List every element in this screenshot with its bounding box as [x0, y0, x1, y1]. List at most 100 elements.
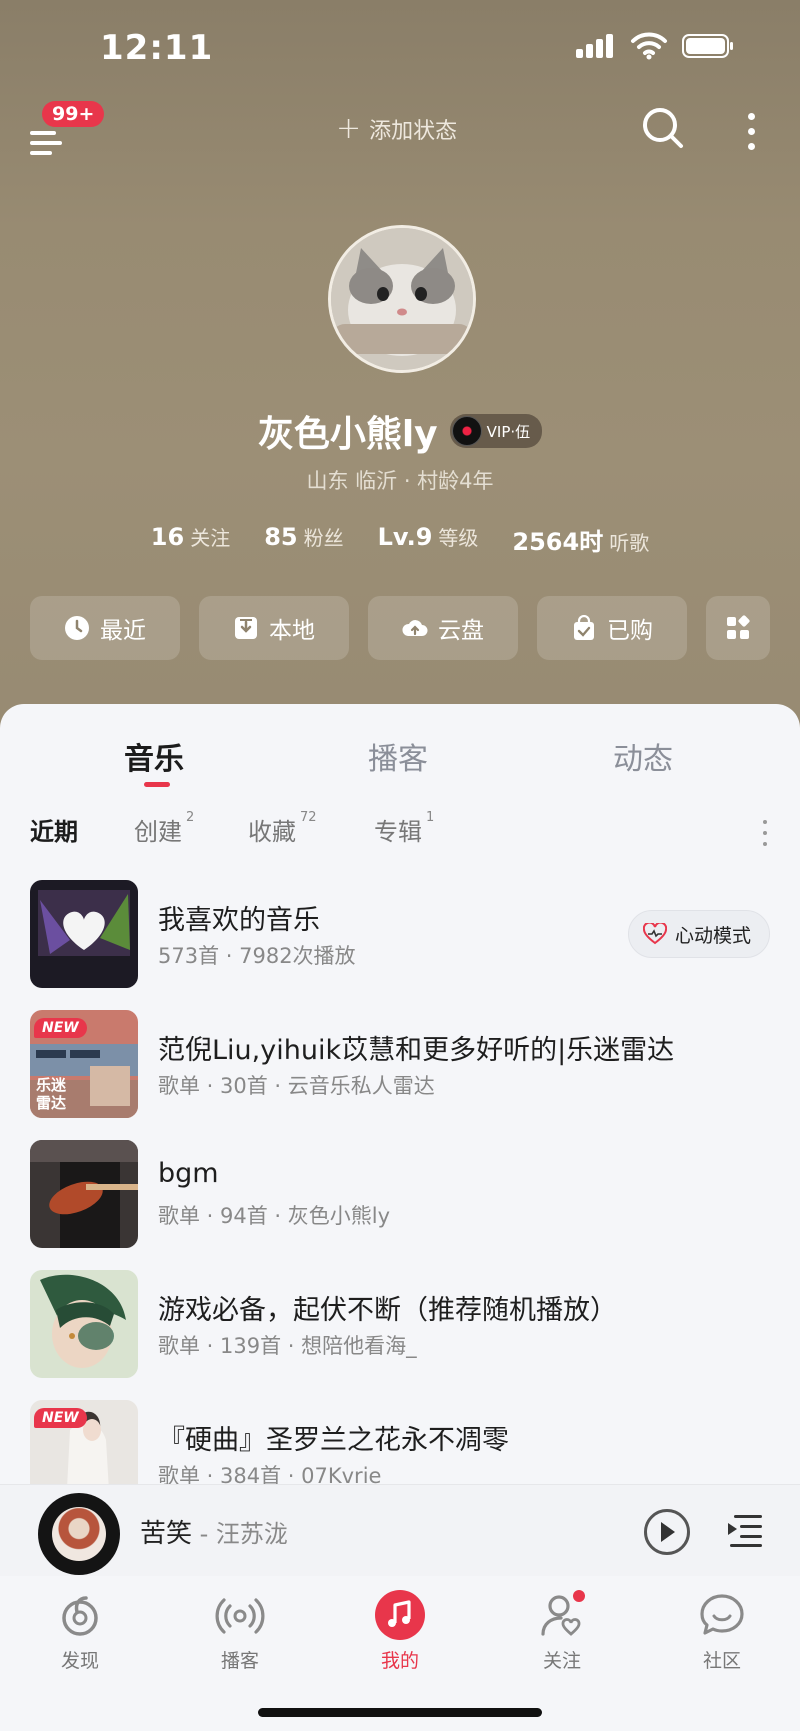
stat-level[interactable]: Lv.9 等级 — [378, 522, 479, 557]
discover-icon — [55, 1590, 105, 1640]
subtab-recent[interactable]: 近期 — [30, 812, 78, 847]
playlist-title: 『硬曲』圣罗兰之花永不凋零 — [158, 1425, 509, 1456]
location-and-age: 山东 临沂 · 村龄4年 — [306, 469, 494, 493]
stat-following[interactable]: 16 关注 — [151, 522, 230, 557]
community-icon — [697, 1590, 747, 1640]
playlist-cover — [30, 1140, 138, 1248]
recent-button[interactable]: 最近 — [30, 596, 180, 660]
shopping-bag-icon — [574, 615, 594, 640]
nav-follow[interactable]: 关注 — [512, 1590, 612, 1673]
more-options-icon[interactable] — [760, 818, 770, 848]
username-row: 灰色小熊ly VIP·伍 — [0, 405, 800, 457]
battery-icon — [682, 34, 733, 58]
playlist-title: 游戏必备，起伏不断（推荐随机播放） — [158, 1295, 617, 1326]
local-button[interactable]: 本地 — [199, 596, 349, 660]
playlist-filter-tabs: 近期 创建 2 收藏 72 专辑 1 — [30, 810, 770, 852]
nav-label: 发现 — [60, 1650, 99, 1672]
now-playing-text: 苦笑 - 汪苏泷 — [140, 1513, 288, 1550]
subtab-created[interactable]: 创建 2 — [134, 810, 194, 847]
subtab-collected[interactable]: 收藏 72 — [248, 810, 317, 847]
stat-value: 2564时 — [512, 528, 604, 556]
new-tag: NEW — [34, 1018, 87, 1038]
nav-mine[interactable]: 我的 — [350, 1590, 450, 1673]
nav-podcast[interactable]: 播客 — [190, 1590, 290, 1673]
playlist-item-liked[interactable]: 我喜欢的音乐 573首 · 7982次播放 心动模式 — [30, 880, 770, 990]
nav-label: 社区 — [702, 1650, 741, 1672]
stat-value: 85 — [264, 523, 298, 551]
subtab-albums[interactable]: 专辑 1 — [374, 810, 434, 847]
playlist-queue-icon[interactable] — [728, 1511, 764, 1547]
nav-label: 关注 — [542, 1650, 581, 1672]
wifi-icon — [631, 32, 667, 60]
cellular-signal-icon — [576, 34, 616, 58]
avatar[interactable] — [328, 225, 476, 373]
recent-label: 最近 — [100, 618, 146, 644]
stat-value: 16 — [150, 523, 185, 551]
heart-mode-label: 心动模式 — [674, 924, 751, 947]
vip-level-label: VIP·伍 — [486, 422, 531, 441]
top-navigation: 99+ + 添加状态 — [0, 95, 800, 165]
status-bar: 12:11 — [0, 0, 800, 95]
stat-label: 等级 — [438, 526, 479, 550]
cloud-upload-icon — [402, 620, 428, 636]
subtab-label: 近期 — [30, 818, 78, 846]
content-tabs: 音乐 播客 动态 — [0, 704, 800, 794]
nav-community[interactable]: 社区 — [672, 1590, 772, 1673]
playlist-item-radar[interactable]: NEW 乐迷 雷达 范倪Liu,yihuik苡慧和更多好听的|乐迷雷达 歌单 ·… — [30, 1010, 770, 1120]
plus-icon: + — [336, 111, 362, 146]
home-indicator — [258, 1708, 542, 1717]
active-tab-indicator — [144, 782, 170, 787]
cloud-disk-button[interactable]: 云盘 — [368, 596, 518, 660]
play-button[interactable] — [644, 1509, 690, 1555]
playlist-cover — [30, 1270, 138, 1378]
stat-followers[interactable]: 85 粉丝 — [264, 522, 343, 557]
cloud-disk-label: 云盘 — [438, 618, 484, 644]
playlist-subtitle: 歌单 · 139首 · 想陪他看海_ — [158, 1334, 417, 1358]
new-tag: NEW — [34, 1408, 87, 1428]
tab-podcast[interactable]: 播客 — [368, 734, 428, 778]
stat-label: 关注 — [190, 526, 231, 550]
cover-caption: 乐迷 雷达 — [36, 1076, 67, 1112]
username: 灰色小熊ly — [257, 414, 438, 455]
subtab-count: 72 — [300, 810, 317, 825]
grid-icon — [727, 615, 750, 639]
download-icon — [235, 617, 257, 639]
search-icon[interactable] — [640, 105, 686, 151]
more-apps-button[interactable] — [706, 596, 770, 660]
playlist-item-bgm[interactable]: bgm 歌单 · 94首 · 灰色小熊ly — [30, 1140, 770, 1250]
playlist-cover: NEW 乐迷 雷达 — [30, 1010, 138, 1118]
playlist-cover — [30, 880, 138, 988]
nav-label: 播客 — [220, 1650, 259, 1672]
subtab-label: 收藏 — [248, 818, 296, 846]
playlist-subtitle: 573首 · 7982次播放 — [158, 944, 356, 968]
stat-label: 粉丝 — [303, 526, 344, 550]
playlist-subtitle: 歌单 · 30首 · 云音乐私人雷达 — [158, 1074, 435, 1098]
heart-mode-button[interactable]: 心动模式 — [627, 910, 770, 958]
add-status-label: 添加状态 — [369, 119, 458, 144]
playlist-title: 我喜欢的音乐 — [158, 905, 320, 936]
status-time: 12:11 — [100, 28, 214, 68]
subtab-label: 专辑 — [374, 818, 422, 846]
vip-badge[interactable]: VIP·伍 — [449, 414, 543, 448]
vinyl-disc-icon — [451, 416, 482, 446]
mini-player[interactable]: 苦笑 - 汪苏泷 — [0, 1484, 800, 1577]
stat-value: Lv.9 — [377, 523, 433, 551]
follow-icon — [537, 1590, 587, 1640]
now-playing-cover[interactable] — [38, 1493, 120, 1575]
nav-label: 我的 — [380, 1650, 419, 1672]
purchased-button[interactable]: 已购 — [537, 596, 687, 660]
playlist-title: 范倪Liu,yihuik苡慧和更多好听的|乐迷雷达 — [158, 1035, 675, 1066]
tab-music[interactable]: 音乐 — [124, 734, 184, 778]
tab-activity[interactable]: 动态 — [613, 734, 673, 778]
album-art — [52, 1507, 106, 1561]
profile-stats: 16 关注 85 粉丝 Lv.9 等级 2564时 听歌 — [0, 522, 800, 557]
content-panel: 音乐 播客 动态 近期 创建 2 收藏 72 专辑 1 我喜欢的音乐 573首 · 7… — [0, 704, 800, 1508]
quick-actions: 最近 本地 云盘 已购 — [30, 596, 770, 660]
playlist-item-game[interactable]: 游戏必备，起伏不断（推荐随机播放） 歌单 · 139首 · 想陪他看海_ — [30, 1270, 770, 1380]
nav-discover[interactable]: 发现 — [30, 1590, 130, 1673]
music-note-icon — [375, 1590, 425, 1640]
add-status-button[interactable]: + 添加状态 — [336, 113, 457, 145]
more-options-icon[interactable] — [742, 109, 762, 155]
song-title: 苦笑 — [140, 1519, 193, 1549]
stat-listen-hours[interactable]: 2564时 听歌 — [512, 522, 649, 557]
